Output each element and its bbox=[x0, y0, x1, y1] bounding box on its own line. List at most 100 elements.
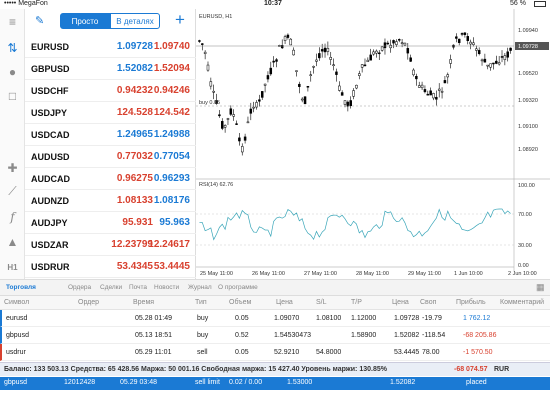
indicators-icon[interactable]: f bbox=[4, 208, 21, 225]
cell-type: buy bbox=[197, 332, 209, 339]
quote-symbol: GBPUSD bbox=[31, 64, 70, 74]
position-row[interactable]: gbpusd 05.13 18:51 buy 0.52 1.54530473 1.5890… bbox=[0, 327, 550, 344]
col-symbol: Символ bbox=[4, 299, 30, 306]
quote-ask: 1.09740 bbox=[153, 41, 190, 52]
cell-volume: 0.52 bbox=[235, 332, 249, 339]
cell-cur: 53.4445 bbox=[394, 349, 420, 356]
quote-symbol: AUDCAD bbox=[31, 174, 70, 184]
quote-ask: 0.96293 bbox=[153, 173, 190, 184]
cell-swap: -118.54 bbox=[422, 332, 446, 339]
price-tick-label: 1.09320 bbox=[518, 98, 538, 104]
quote-row[interactable]: AUDUSD 0.77032 0.77054 bbox=[25, 146, 196, 168]
col-current-price: Цена bbox=[392, 299, 409, 306]
price-tick-label: 1.08920 bbox=[518, 147, 538, 153]
price-tick-label: 1.09100 bbox=[518, 124, 538, 130]
trendline-icon[interactable]: ⟋ bbox=[4, 183, 21, 200]
cell-current-price: 1.52082 bbox=[390, 379, 416, 386]
quote-ask: 0.94246 bbox=[153, 85, 190, 96]
rsi-tick-label: 70.00 bbox=[518, 212, 532, 218]
quote-ask: 12.24617 bbox=[148, 239, 190, 250]
position-row[interactable]: eurusd 05.28 01:49 buy 0.05 1.09070 1.08100 1.… bbox=[0, 310, 550, 327]
quote-ask: 124.542 bbox=[153, 107, 190, 118]
tab-details[interactable]: В деталях bbox=[110, 13, 160, 29]
chart-canvas[interactable]: EURUSD, H1 buy 0.05 RSI(14) 62.76 1.09940 1.… bbox=[196, 9, 550, 279]
cell-symbol: usdrur bbox=[6, 349, 26, 356]
cell-tp: 1.12000 bbox=[351, 315, 377, 322]
col-sl: S/L bbox=[316, 299, 327, 306]
cell-symbol: eurusd bbox=[6, 315, 28, 322]
add-symbol-icon[interactable]: + bbox=[175, 10, 185, 30]
cell-cur: 1.52082 bbox=[394, 332, 420, 339]
edit-icon[interactable]: ✎ bbox=[35, 14, 44, 27]
col-price: Цена bbox=[276, 299, 293, 306]
candle bbox=[289, 38, 293, 46]
quote-row[interactable]: EURUSD 1.09728 1.09740 bbox=[25, 36, 196, 58]
table-header: Символ Ордер Время Тип Объем Цена S/L T/… bbox=[0, 296, 550, 310]
quote-row[interactable]: USDJPY 124.528 124.542 bbox=[25, 102, 196, 124]
col-swap: Своп bbox=[420, 299, 437, 306]
quote-symbol: EURUSD bbox=[31, 42, 70, 52]
quote-row[interactable]: USDCHF 0.94232 0.94246 bbox=[25, 80, 196, 102]
quote-row[interactable]: USDZAR 12.23799 12.24617 bbox=[25, 234, 196, 256]
position-row[interactable]: usdrur 05.29 11:01 sell 0.05 52.9210 54.8000 5… bbox=[0, 344, 550, 361]
time-tick-label: 29 May 11:00 bbox=[408, 271, 441, 277]
quote-row[interactable]: AUDCAD 0.96275 0.96293 bbox=[25, 168, 196, 190]
balance-text: Баланс: 133 503.13 Средства: 65 428.56 М… bbox=[4, 366, 387, 373]
cell-sl: 54.8000 bbox=[316, 349, 342, 356]
quote-row[interactable]: AUDJPY 95.931 95.963 bbox=[25, 212, 196, 234]
time-tick-label: 2 Jun 10:00 bbox=[508, 271, 537, 277]
cell-price: 1.53000 bbox=[287, 379, 313, 386]
quote-ask: 1.08176 bbox=[153, 195, 190, 206]
pending-order-row[interactable]: gbpusd 12012428 05.29 03:48 sell limit 0… bbox=[0, 377, 550, 390]
trade-arrows-icon[interactable]: ⇅ bbox=[4, 39, 21, 56]
chart-area[interactable]: EURUSD, H1 buy 0.05 RSI(14) 62.76 1.09940 1.… bbox=[196, 9, 550, 279]
chat-icon[interactable]: ● bbox=[4, 63, 21, 80]
quote-symbol: USDRUR bbox=[31, 262, 70, 272]
cell-price: 1.54530473 bbox=[274, 332, 311, 339]
cell-profit: 1 762.12 bbox=[463, 315, 491, 322]
tab-trade[interactable]: Торговля bbox=[6, 284, 36, 291]
positions-table: eurusd 05.28 01:49 buy 0.05 1.09070 1.08100 1.… bbox=[0, 310, 550, 362]
quote-ask: 1.52094 bbox=[153, 63, 190, 74]
add-document-icon[interactable]: □ bbox=[4, 87, 21, 104]
col-time: Время bbox=[133, 299, 155, 306]
battery-label: 56 % bbox=[510, 0, 526, 7]
quote-row[interactable]: AUDNZD 1.08133 1.08176 bbox=[25, 190, 196, 212]
tab-orders[interactable]: Ордера bbox=[68, 284, 91, 291]
crosshair-icon[interactable]: ✚ bbox=[4, 159, 21, 176]
battery-icon bbox=[534, 1, 546, 7]
cell-tp: 1.58900 bbox=[351, 332, 377, 339]
buy-label: buy 0.05 bbox=[199, 100, 220, 106]
tab-about[interactable]: О программе bbox=[218, 284, 258, 291]
col-comment: Комментарий bbox=[500, 299, 545, 306]
tab-news[interactable]: Новости bbox=[154, 284, 179, 291]
quote-row[interactable]: USDCAD 1.24965 1.24988 bbox=[25, 124, 196, 146]
chart-title: EURUSD, H1 bbox=[199, 14, 232, 20]
tab-simple[interactable]: Просто bbox=[60, 13, 110, 29]
toolbox-tabs: Торговля Ордера Сделки Почта Новости Жур… bbox=[0, 279, 550, 296]
tab-mail[interactable]: Почта bbox=[129, 284, 147, 291]
quote-symbol: AUDJPY bbox=[31, 218, 68, 228]
timeframe-icon[interactable]: H1 bbox=[4, 259, 21, 276]
left-toolbar: ≡ ⇅ ● □ ✚ ⟋ f ▲ H1 bbox=[0, 9, 25, 279]
tab-journal[interactable]: Журнал bbox=[188, 284, 212, 291]
cell-symbol: gbpusd bbox=[4, 379, 27, 386]
quote-row[interactable]: USDRUR 53.4345 53.4445 bbox=[25, 256, 196, 278]
col-order: Ордер bbox=[78, 299, 100, 306]
quote-symbol: USDZAR bbox=[31, 240, 69, 250]
quote-ask: 1.24988 bbox=[153, 129, 190, 140]
tab-deals[interactable]: Сделки bbox=[100, 284, 122, 291]
cell-swap: -19.79 bbox=[422, 315, 442, 322]
menu-icon[interactable]: ≡ bbox=[4, 13, 21, 30]
balance-currency: RUR bbox=[494, 366, 510, 373]
rsi-tick-label: 0.00 bbox=[518, 263, 529, 269]
candle bbox=[303, 96, 307, 105]
objects-icon[interactable]: ▲ bbox=[4, 233, 21, 250]
cell-time: 05.29 11:01 bbox=[135, 349, 172, 356]
quote-row[interactable]: GBPUSD 1.52082 1.52094 bbox=[25, 58, 196, 80]
price-badge-label: 1.09728 bbox=[518, 44, 538, 50]
layout-icon[interactable]: ▦ bbox=[536, 282, 545, 293]
rsi-tick-label: 30.00 bbox=[518, 243, 532, 249]
rsi-label: RSI(14) 62.76 bbox=[199, 182, 233, 188]
col-volume: Объем bbox=[229, 299, 252, 306]
